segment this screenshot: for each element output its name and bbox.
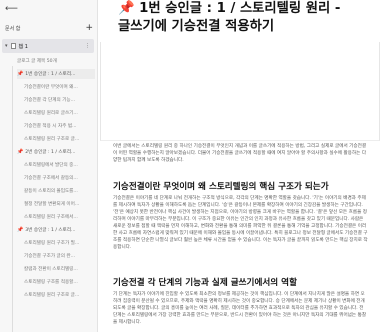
sidebar-item-label: 스토리텔링 원리 구조로 글... [24,293,80,298]
sidebar-item-label: 스토리텔링에서 발단의 중... [24,163,78,168]
cover-image-placeholder [100,42,380,141]
sidebar-item-label: 스토리텔링 원리로 글쓰기... [24,111,78,116]
document-title-line-1: 📌 1번 승인글 : 1 / 스토리텔링 원리 - [118,1,341,16]
sidebar-item[interactable]: 기승전결 각 단계의 기능... [24,95,95,105]
section-1-paragraph: 기승전결은 이야기를 네 단계로 나눠 전개하는 구조적 방식으로, 각각의 단… [113,196,368,250]
tree-guide-line [12,66,13,332]
sidebar-item-active[interactable]: 📌 1번 승인글 : 1 / 스토리... [17,69,95,79]
pushpin-icon: 📌 [17,227,24,233]
sidebar-item[interactable]: 스토리텔링 원리 구조로 글... [24,134,95,144]
sidebar-item[interactable]: 스토리텔링에서 발단의 중... [24,160,95,170]
sidebar-item-label: 기승전결 구조에서 갈등의... [24,176,78,181]
sidebar-item-label: 갈등이 스토리의 몰입도를... [24,189,78,194]
document-title: 📌 1번 승인글 : 1 / 스토리텔링 원리 - 글쓰기에 기승전결 적용하기 [118,0,372,36]
sidebar-item[interactable]: 절정 전달할 변환되게 이어... [24,199,95,209]
sidebar-item[interactable]: 기승전결 구조가 글의 완... [24,251,95,261]
sidebar-item-label: 스토리텔링 원리 구조가 필... [24,241,80,246]
document-view: 📌 1번 승인글 : 1 / 스토리텔링 원리 - 글쓰기에 기승전결 적용하기… [98,0,384,332]
sidebar-item-label: 글로그 글 제목 50개 [17,59,57,64]
sidebar-item-label: 2번 승인글 : 1 / 스토리... [25,150,76,155]
sidebar-item-label: 스토리텔링 원리 구조로 글... [24,137,80,142]
sidebar-item-label: 절정 전달할 변환되게 이어... [24,202,80,207]
sidebar-item-label: 1번 승인글 : 1 / 스토리... [25,72,76,77]
sidebar-item[interactable]: 스토리텔링 원리 구조에서... [24,212,95,222]
back-arrow-icon[interactable]: ⟵ [5,4,18,14]
sidebar-item[interactable]: 📌 3번 승인글 : 1 / 스토리... [17,225,95,235]
sidebar-item-label: 기승전결 적용 시 자주 범... [24,124,77,129]
sidebar-item-label: 스토리텔링 원리 구조에서... [24,215,78,220]
sidebar-item[interactable]: 스토리텔링 구조를 적용할... [24,277,95,287]
sidebar-header-label: 문서 함 [5,25,21,32]
add-icon[interactable]: + [85,23,93,33]
document-title-line-2: 글쓰기에 기승전결 적용하기 [118,19,275,34]
section-heading-1: 기승전결이란 무엇이며 왜 스토리텔링의 핵심 구조가 되는가 [113,182,329,192]
chevron-down-icon[interactable]: ▾ [5,43,8,49]
sidebar-item-label: 스토리텔링 구조를 적용할... [24,280,78,285]
sidebar-item[interactable]: 기승전결이란 무엇이며 왜... [24,82,95,92]
sidebar-item[interactable]: 스토리텔링 원리로 글쓰기... [24,108,95,118]
sidebar-item[interactable]: 기승전결 적용 시 자주 범... [24,121,95,131]
sidebar-item[interactable]: 스토리텔링 원리 구조가 필... [24,238,95,248]
sidebar-item[interactable]: 글로그 글 제목 50개 [17,56,95,66]
sidebar-item-label: 3번 승인글 : 1 / 스토리... [25,228,76,233]
sidebar-item-label: 기승전결이란 무엇이며 왜... [24,85,78,90]
section-2-paragraph: 기 단계는 독자가 이야기에 진입할 수 있도록 최소한의 정보를 제공하는 것… [113,292,367,325]
sidebar-item[interactable]: 칼럼과 전환이 스토리텔링... [24,264,95,274]
sidebar-item-label: 기승전결 각 단계의 기능... [24,98,76,103]
pushpin-icon: 📌 [17,71,24,77]
sidebar-item[interactable]: 스토리텔링 원리 구조로 글... [24,290,95,300]
sidebar-item[interactable]: 갈등이 스토리의 몰입도를... [24,186,95,196]
tab-1[interactable]: ▾ 챕 1 ⋮ [2,39,94,53]
document-icon [10,43,16,49]
intro-paragraph: 이번 글에서는 스토리텔링 원리 중 하나인 기승전결이 무엇인지 개념과 이를… [113,144,367,163]
sidebar-item[interactable]: 기승전결 구조에서 갈등의... [24,173,95,183]
sidebar-header: 문서 함 + [5,23,93,33]
sidebar-item-label: 칼럼과 전환이 스토리텔링... [24,267,78,272]
more-icon[interactable]: ⋮ [85,43,90,49]
sidebar-item[interactable]: 📌 2번 승인글 : 1 / 스토리... [17,147,95,157]
section-heading-2: 기승전결 각 단계의 기능과 실제 글쓰기에서의 역할 [113,278,297,288]
sidebar-item-label: 기승전결 구조가 글의 완... [24,254,76,259]
document-sidebar: ⟵ 문서 함 + ▾ 챕 1 ⋮ 글로그 글 제목 50개 📌 1번 승인글 :… [0,0,98,332]
tab-label: 챕 1 [18,43,28,50]
pushpin-icon: 📌 [17,149,24,155]
